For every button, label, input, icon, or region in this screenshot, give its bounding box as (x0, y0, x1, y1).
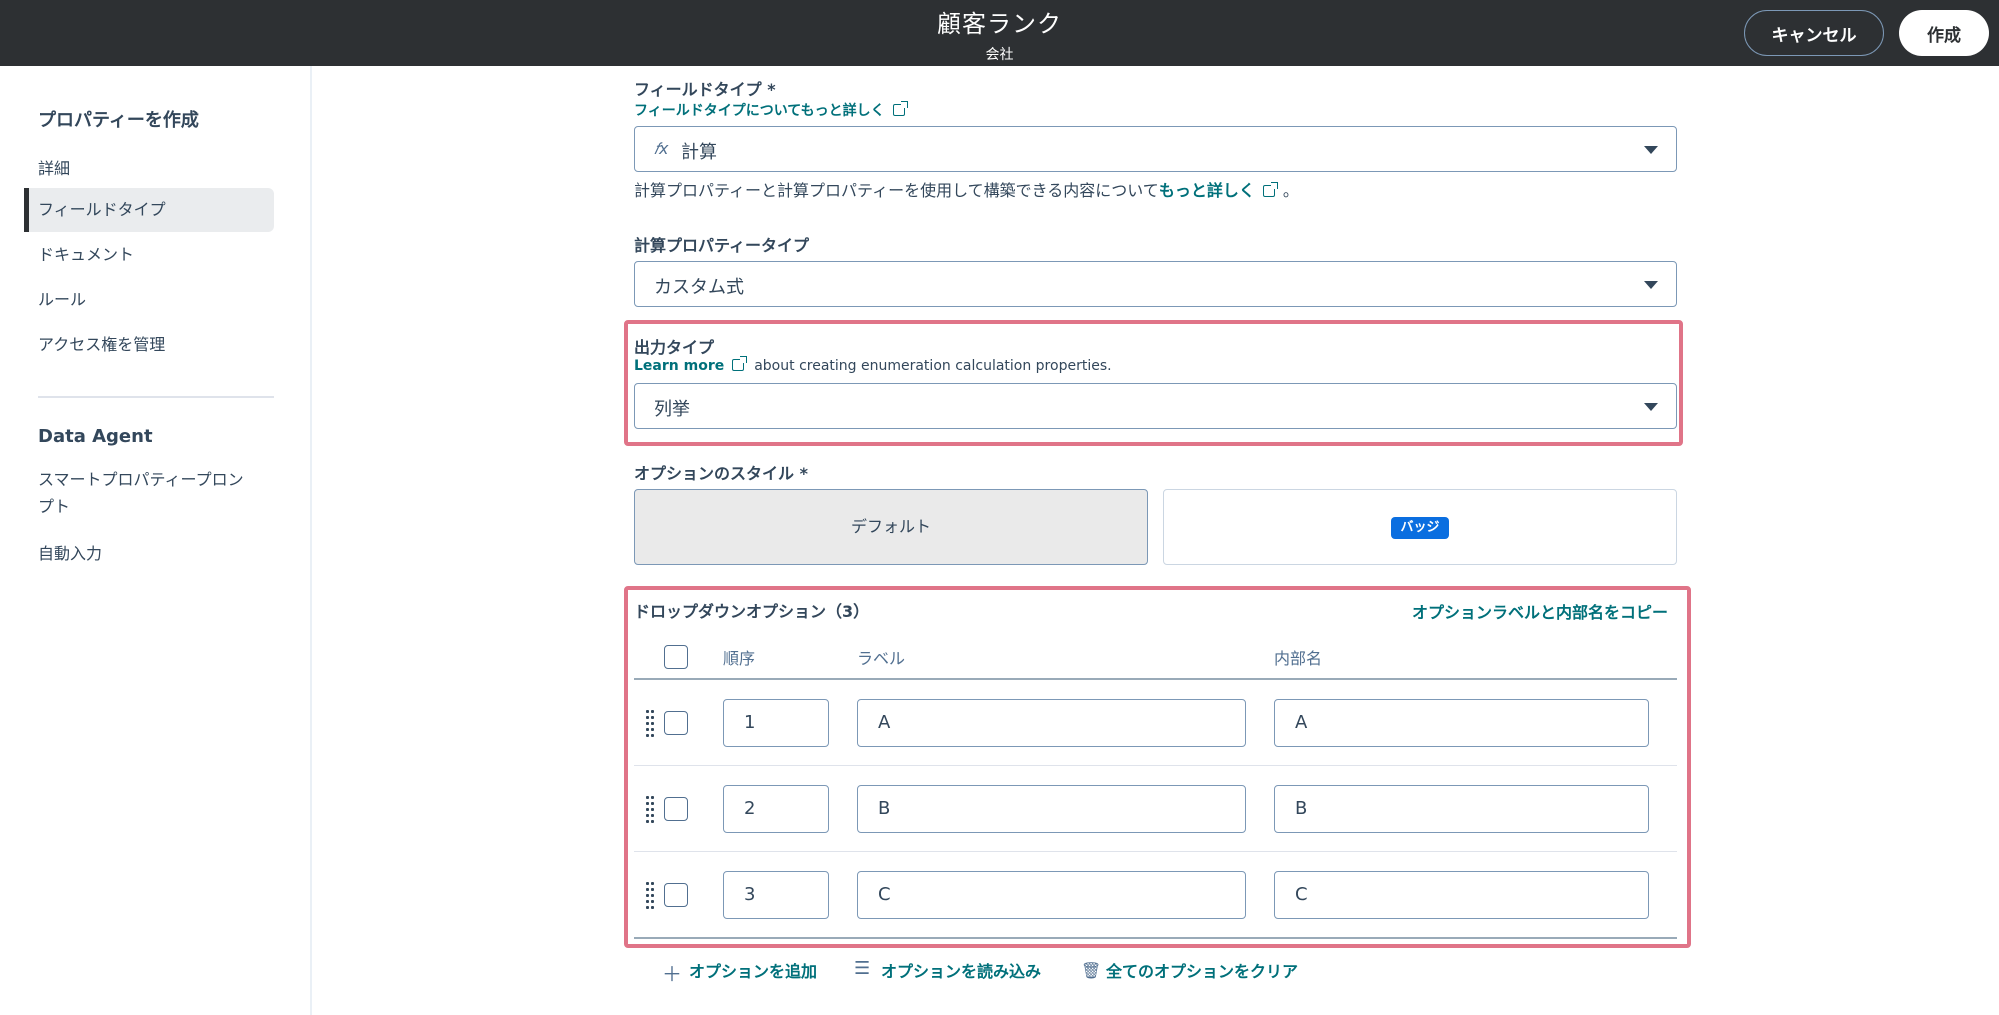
field-type-label: フィールドタイプ * (634, 80, 776, 99)
sidebar-section-title: Data Agent (38, 426, 153, 447)
label-input[interactable]: C (857, 871, 1246, 919)
column-header-label: ラベル (857, 649, 906, 668)
sidebar-item-autofill[interactable]: 自動入力 (38, 540, 258, 567)
output-type-select[interactable]: 列挙 (634, 383, 1677, 429)
row-checkbox[interactable] (664, 797, 688, 821)
field-type-help-prefix: 計算プロパティーと計算プロパティーを使用して構築できる内容について (634, 181, 1159, 200)
sidebar-item-smart-prompt[interactable]: スマートプロパティープロンプト (38, 466, 258, 520)
field-type-help-suffix: 。 (1282, 181, 1299, 200)
field-type-help-link[interactable]: もっと詳しく (1159, 181, 1255, 200)
sidebar-item-field-type[interactable]: フィールドタイプ (24, 188, 274, 232)
calc-type-select[interactable]: カスタム式 (634, 261, 1677, 307)
internal-name-input[interactable]: A (1274, 699, 1649, 747)
external-link-icon (1262, 182, 1278, 197)
drag-handle-icon[interactable] (646, 882, 654, 910)
order-input[interactable]: 1 (723, 699, 829, 747)
calc-type-label: 計算プロパティータイプ (634, 236, 810, 255)
row-checkbox[interactable] (664, 711, 688, 735)
chevron-down-icon (1644, 403, 1658, 411)
trash-icon: 🗑 (1081, 961, 1102, 980)
label-input[interactable]: B (857, 785, 1246, 833)
internal-name-input[interactable]: C (1274, 871, 1649, 919)
external-link-icon (732, 356, 748, 371)
style-badge-card[interactable]: バッジ (1163, 489, 1677, 565)
style-badge-label: バッジ (1391, 516, 1449, 539)
table-header-line (634, 678, 1677, 680)
chevron-down-icon (1644, 146, 1658, 154)
column-header-order: 順序 (723, 649, 756, 668)
field-type-help: 計算プロパティーと計算プロパティーを使用して構築できる内容についてもっと詳しく 。 (634, 177, 1299, 201)
output-type-help-text: about creating enumeration calculation p… (754, 358, 1112, 374)
option-style-label: オプションのスタイル * (634, 464, 808, 483)
column-header-internal: 内部名 (1274, 649, 1323, 668)
field-type-select[interactable]: 𝑓x 計算 (634, 126, 1677, 172)
field-type-learn-link[interactable]: フィールドタイプについてもっと詳しく (634, 100, 908, 120)
sidebar-divider (38, 396, 274, 398)
page-title: 顧客ランク (937, 10, 1062, 38)
dropdown-options-title: ドロップダウンオプション（3） (634, 602, 870, 621)
list-icon: ☰ (854, 958, 871, 979)
page-subtitle: 会社 (985, 47, 1014, 63)
top-header: 顧客ランク 会社 キャンセル 作成 (0, 0, 1999, 66)
sidebar-item-rules[interactable]: ルール (24, 278, 274, 322)
row-divider (634, 851, 1677, 852)
clear-options-button[interactable]: 全てのオプションをクリア (1106, 958, 1298, 982)
external-link-icon (892, 101, 908, 116)
function-icon: 𝑓x (654, 139, 669, 158)
drag-handle-icon[interactable] (646, 796, 654, 824)
output-type-help: Learn more about creating enumeration cal… (634, 356, 1112, 374)
field-type-learn-text[interactable]: フィールドタイプについてもっと詳しく (634, 103, 885, 119)
style-default-label: デフォルト (850, 517, 931, 536)
select-all-checkbox[interactable] (664, 645, 688, 669)
output-type-value: 列挙 (654, 399, 690, 420)
sidebar-item-document[interactable]: ドキュメント (24, 233, 274, 277)
internal-name-input[interactable]: B (1274, 785, 1649, 833)
row-checkbox[interactable] (664, 883, 688, 907)
chevron-down-icon (1644, 281, 1658, 289)
output-type-learn-link[interactable]: Learn more (634, 358, 724, 374)
plus-icon: ＋ (662, 962, 682, 986)
drag-handle-icon[interactable] (646, 710, 654, 738)
calc-type-value: カスタム式 (654, 277, 744, 298)
output-type-label: 出力タイプ (634, 338, 715, 357)
create-button[interactable]: 作成 (1899, 10, 1989, 56)
cancel-button[interactable]: キャンセル (1744, 10, 1884, 56)
order-input[interactable]: 3 (723, 871, 829, 919)
copy-options-link[interactable]: オプションラベルと内部名をコピー (1412, 599, 1668, 623)
sidebar-item-access[interactable]: アクセス権を管理 (24, 323, 274, 367)
style-default-card[interactable]: デフォルト (634, 489, 1148, 565)
order-input[interactable]: 2 (723, 785, 829, 833)
field-type-value: 計算 (681, 142, 717, 163)
table-footer-line (634, 937, 1677, 939)
sidebar: プロパティーを作成 詳細 フィールドタイプ ドキュメント ルール アクセス権を管… (0, 66, 312, 1015)
load-options-button[interactable]: オプションを読み込み (881, 958, 1041, 982)
sidebar-item-details[interactable]: 詳細 (24, 147, 274, 191)
row-divider (634, 765, 1677, 766)
sidebar-title: プロパティーを作成 (38, 110, 199, 131)
label-input[interactable]: A (857, 699, 1246, 747)
add-option-button[interactable]: オプションを追加 (689, 958, 817, 982)
